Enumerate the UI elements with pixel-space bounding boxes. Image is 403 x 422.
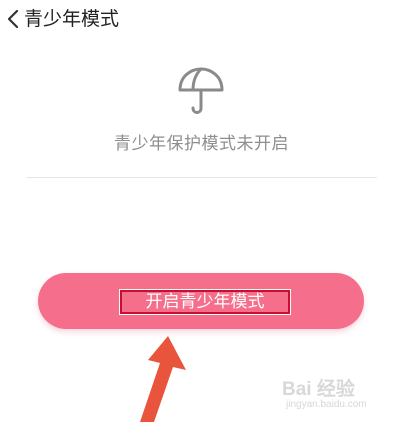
status-text: 青少年保护模式未开启 xyxy=(114,134,289,154)
back-button[interactable] xyxy=(4,6,22,32)
divider xyxy=(26,177,377,178)
chevron-left-icon xyxy=(7,9,19,29)
enable-youth-mode-label: 开启青少年模式 xyxy=(119,289,291,315)
umbrella-icon xyxy=(178,67,224,114)
enable-youth-mode-button[interactable]: 开启青少年模式 xyxy=(38,273,364,329)
watermark-sub: jingyan.baidu.com xyxy=(286,399,367,410)
baidu-watermark: Bai 经验 jingyan.baidu.com xyxy=(282,372,398,418)
arrow-annotation-icon xyxy=(140,336,186,422)
page-title: 青少年模式 xyxy=(24,8,120,30)
header-bar: 青少年模式 xyxy=(0,0,403,38)
watermark-text: Bai 经验 xyxy=(282,379,355,400)
